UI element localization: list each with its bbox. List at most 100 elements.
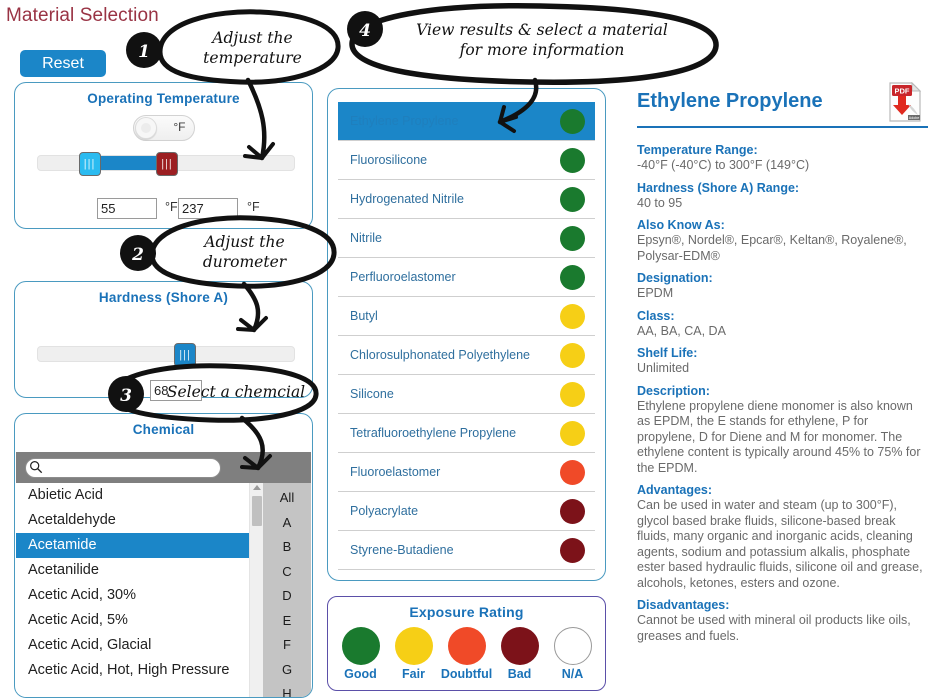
annotation-text-4: View results & select a material for mor…	[416, 21, 668, 59]
temperature-max-input[interactable]	[178, 198, 238, 219]
rating-dot-good	[560, 225, 585, 251]
material-row[interactable]: Fluorosilicone	[338, 141, 595, 180]
annotation-badge-2: 2	[120, 235, 156, 271]
handle-grip-icon: |||	[179, 349, 191, 361]
material-name: Butyl	[350, 309, 378, 323]
operating-temperature-panel: Operating Temperature °F ||| ||| °F - °F	[14, 82, 313, 229]
material-name: Chlorosulphonated Polyethylene	[350, 348, 530, 362]
legend-item-bad: Bad	[494, 627, 546, 681]
hardness-panel: Hardness (Shore A) |||	[14, 281, 313, 401]
chemical-search-input[interactable]	[25, 457, 221, 478]
legend-label: Bad	[507, 667, 532, 681]
detail-field-value: Unlimited	[637, 361, 690, 375]
material-row[interactable]: Silicone	[338, 375, 595, 414]
detail-field-label: Hardness (Shore A) Range:	[637, 180, 800, 195]
page-title: Material Selection	[6, 5, 159, 26]
temperature-min-input[interactable]	[97, 198, 157, 219]
hardness-handle[interactable]: |||	[174, 343, 197, 367]
temperature-unit-toggle[interactable]: °F	[132, 115, 195, 141]
material-row[interactable]: Styrene-Butadiene	[338, 531, 595, 570]
chemical-list-item[interactable]: Acetic Acid, 5%	[16, 608, 249, 633]
material-name: Fluorosilicone	[350, 153, 428, 167]
chemical-list-item[interactable]: Acetic Acid, Hot, High Pressure	[16, 658, 249, 683]
chemical-alphabet-index[interactable]: AllABCDEFGHI	[263, 483, 311, 697]
scrollbar-thumb[interactable]	[252, 496, 262, 526]
temperature-range-slider[interactable]: ||| |||	[37, 152, 295, 176]
chemical-list-item[interactable]: Abietic Acid	[16, 483, 249, 508]
temperature-max-unit: °F	[247, 200, 260, 214]
material-name: Tetrafluoroethylene Propylene	[350, 426, 517, 440]
annotation-text-3: Select a chemcial	[166, 383, 306, 401]
detail-field-value: Ethylene propylene diene monomer is also…	[637, 398, 921, 475]
material-name: Perfluoroelastomer	[350, 270, 456, 284]
legend-dot-fair	[394, 627, 433, 665]
legend-dot-doubtful	[447, 627, 486, 665]
detail-field-label: Also Know As:	[637, 218, 725, 232]
chemical-list-item[interactable]: Acetanilide	[16, 558, 249, 583]
chemical-list-scrollbar[interactable]	[249, 483, 263, 697]
rating-dot-good	[560, 186, 585, 212]
legend-label: N/A	[561, 667, 584, 681]
detail-field-value: Cannot be used with mineral oil products…	[637, 613, 911, 643]
legend-dot-bad	[500, 627, 539, 665]
material-row[interactable]: Hydrogenated Nitrile	[338, 180, 595, 219]
chemical-list-item[interactable]: Acetaldehyde	[16, 508, 249, 533]
chemical-list-item[interactable]: Acetic Acid, 30%	[16, 583, 249, 608]
temperature-max-handle[interactable]: |||	[156, 152, 178, 176]
rating-dot-good	[560, 147, 585, 173]
material-name: Fluoroelastomer	[350, 465, 441, 479]
alphabet-index-g[interactable]: G	[282, 658, 292, 683]
svg-text:1: 1	[138, 42, 150, 62]
materials-list[interactable]: Ethylene Propylene Fluorosilicone Hydrogen…	[338, 102, 595, 570]
alphabet-index-h[interactable]: H	[282, 682, 291, 697]
rating-dot-bad	[560, 537, 585, 563]
legend-item-good: Good	[335, 627, 387, 681]
alphabet-index-a[interactable]: A	[283, 511, 292, 536]
material-row[interactable]: Nitrile	[338, 219, 595, 258]
materials-results-panel: Ethylene Propylene Fluorosilicone Hydrogen…	[327, 88, 606, 581]
material-name: Nitrile	[350, 231, 382, 245]
material-row[interactable]: Tetrafluoroethylene Propylene	[338, 414, 595, 453]
pdf-download-icon[interactable]: PDF Adobe	[888, 82, 922, 122]
legend-item-na: N/A	[547, 627, 599, 681]
hardness-slider[interactable]: |||	[37, 343, 295, 367]
chemical-list[interactable]: Abietic Acid Acetaldehyde Acetamide Acetani…	[16, 483, 249, 697]
alphabet-index-f[interactable]: F	[283, 633, 291, 658]
rating-dot-fair	[560, 303, 585, 329]
rating-dot-bad	[560, 498, 585, 524]
rating-dot-fair	[560, 420, 585, 446]
temperature-min-unit: °F	[165, 200, 178, 214]
material-row[interactable]: Polyacrylate	[338, 492, 595, 531]
detail-field-label: Designation:	[637, 271, 713, 285]
detail-field-value: AA, BA, CA, DA	[637, 323, 726, 338]
rating-dot-doubtful	[560, 459, 585, 485]
legend-label: Doubtful	[440, 667, 493, 681]
material-name: Ethylene Propylene	[350, 114, 459, 128]
handle-grip-icon: |||	[83, 158, 96, 170]
detail-field-label: Disadvantages:	[637, 598, 730, 612]
detail-header: Ethylene Propylene PDF Adobe	[637, 82, 928, 128]
legend-item-doubtful: Doubtful	[441, 627, 493, 681]
reset-button[interactable]: Reset	[20, 50, 106, 77]
rating-dot-fair	[560, 342, 585, 368]
alphabet-index-all[interactable]: All	[280, 486, 294, 511]
material-row[interactable]: Ethylene Propylene	[338, 102, 595, 141]
detail-field-value: -40°F (-40°C) to 300°F (149°C)	[637, 158, 810, 172]
temperature-min-handle[interactable]: |||	[78, 152, 101, 176]
material-row[interactable]: Fluoroelastomer	[338, 453, 595, 492]
material-row[interactable]: Perfluoroelastomer	[338, 258, 595, 297]
detail-title: Ethylene Propylene	[637, 90, 823, 112]
material-row[interactable]: Chlorosulphonated Polyethylene	[338, 336, 595, 375]
detail-field-label: Advantages:	[637, 483, 713, 497]
alphabet-index-e[interactable]: E	[283, 609, 292, 634]
alphabet-index-b[interactable]: B	[283, 535, 292, 560]
scroll-up-arrow-icon[interactable]	[253, 485, 261, 490]
chemical-list-item[interactable]: Acetic Acid, Glacial	[16, 633, 249, 658]
alphabet-index-d[interactable]: D	[282, 584, 291, 609]
material-detail-panel: Ethylene Propylene PDF Adobe Temperature…	[627, 82, 936, 698]
svg-text:PDF: PDF	[895, 87, 910, 96]
alphabet-index-c[interactable]: C	[282, 560, 291, 585]
legend-item-fair: Fair	[388, 627, 440, 681]
material-row[interactable]: Butyl	[338, 297, 595, 336]
chemical-list-item[interactable]: Acetamide	[16, 533, 249, 558]
